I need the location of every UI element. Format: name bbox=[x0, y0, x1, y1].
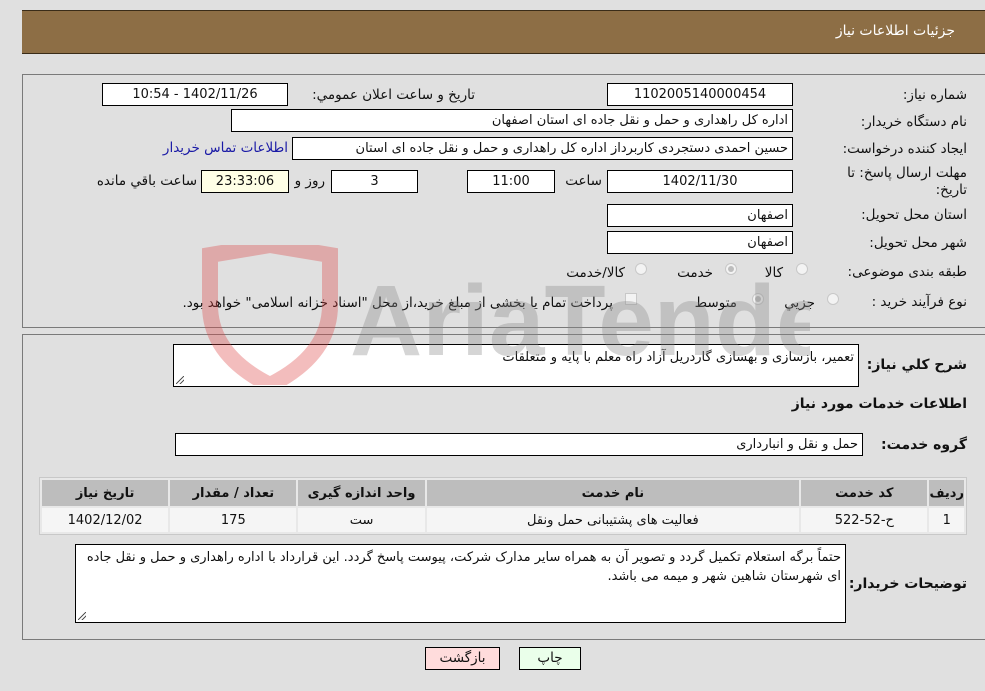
buyer-org-field: اداره کل راهداری و حمل و نقل جاده ای است… bbox=[231, 109, 793, 132]
category-option-service: خدمت bbox=[677, 265, 713, 281]
deadline-time-label: ساعت bbox=[565, 173, 602, 189]
col-row-number: ردیف bbox=[929, 480, 964, 506]
cell-need-date: 1402/12/02 bbox=[42, 508, 169, 532]
days-remaining-field: 3 bbox=[331, 170, 418, 193]
description-label: شرح کلي نیاز: bbox=[866, 357, 967, 373]
need-number-field: 1102005140000454 bbox=[607, 83, 793, 106]
page-title: جزئیات اطلاعات نیاز bbox=[835, 23, 955, 39]
process-radio-minor[interactable] bbox=[827, 293, 839, 305]
deadline-label: مهلت ارسال پاسخ: تا تاریخ: bbox=[847, 165, 967, 198]
deadline-time-field: 11:00 bbox=[467, 170, 555, 193]
col-need-date: تاریخ نیاز bbox=[42, 480, 169, 506]
process-radio-medium[interactable] bbox=[752, 293, 764, 305]
description-text: تعمیر، بازسازی و بهسازی گاردریل آزاد راه… bbox=[502, 350, 854, 365]
back-button[interactable]: بازگشت bbox=[425, 647, 500, 670]
print-button[interactable]: چاپ bbox=[519, 647, 581, 670]
time-remaining-label: ساعت باقي مانده bbox=[96, 173, 197, 189]
services-table: ردیف کد خدمت نام خدمت واحد اندازه گیری ت… bbox=[39, 477, 967, 535]
col-service-code: کد خدمت bbox=[801, 480, 928, 506]
col-quantity: تعداد / مقدار bbox=[170, 480, 297, 506]
deadline-date-field: 1402/11/30 bbox=[607, 170, 793, 193]
service-group-label: گروه خدمت: bbox=[881, 437, 967, 453]
services-title: اطلاعات خدمات مورد نیاز bbox=[791, 396, 967, 412]
description-textarea[interactable]: تعمیر، بازسازی و بهسازی گاردریل آزاد راه… bbox=[173, 344, 859, 387]
resize-grip-icon[interactable] bbox=[78, 612, 86, 620]
days-label: روز و bbox=[294, 173, 325, 189]
category-radio-goods[interactable] bbox=[796, 263, 808, 275]
category-radio-service[interactable] bbox=[725, 263, 737, 275]
cell-service-code: ح-52-522 bbox=[801, 508, 928, 532]
col-service-name: نام خدمت bbox=[426, 480, 800, 506]
category-radio-goods-service[interactable] bbox=[635, 263, 647, 275]
cell-row-number: 1 bbox=[929, 508, 964, 532]
province-field: اصفهان bbox=[607, 204, 793, 227]
category-label: طبقه بندی موضوعی: bbox=[847, 264, 967, 280]
creator-label: ایجاد کننده درخواست: bbox=[842, 141, 967, 157]
service-group-field: حمل و نقل و انبارداری bbox=[175, 433, 863, 456]
cell-service-name: فعالیت های پشتیبانی حمل ونقل bbox=[426, 508, 800, 532]
table-row: 1 ح-52-522 فعالیت های پشتیبانی حمل ونقل … bbox=[42, 508, 964, 532]
cell-quantity: 175 bbox=[170, 508, 297, 532]
page-header: جزئیات اطلاعات نیاز bbox=[22, 10, 985, 54]
resize-grip-icon[interactable] bbox=[176, 376, 184, 384]
process-option-minor: جزيي bbox=[784, 295, 815, 311]
category-option-goods: کالا bbox=[764, 265, 783, 281]
process-label: نوع فرآیند خرید : bbox=[871, 294, 967, 310]
buyer-contact-link[interactable]: اطلاعات تماس خریدار bbox=[163, 140, 288, 156]
col-unit: واحد اندازه گیری bbox=[298, 480, 425, 506]
creator-field: حسین احمدی دستجردی کاربرداز اداره کل راه… bbox=[292, 137, 793, 160]
announce-date-label: تاریخ و ساعت اعلان عمومي: bbox=[312, 87, 475, 103]
buyer-notes-text: حتماً برگه استعلام تکمیل گردد و تصویر آن… bbox=[86, 550, 841, 584]
province-label: استان محل تحویل: bbox=[861, 207, 967, 223]
buyer-org-label: نام دستگاه خریدار: bbox=[860, 114, 967, 130]
time-remaining-field: 23:33:06 bbox=[201, 170, 289, 193]
treasury-checkbox[interactable] bbox=[625, 293, 637, 305]
buyer-notes-textarea[interactable]: حتماً برگه استعلام تکمیل گردد و تصویر آن… bbox=[75, 544, 846, 623]
cell-unit: ست bbox=[298, 508, 425, 532]
announce-date-field: 1402/11/26 - 10:54 bbox=[102, 83, 288, 106]
city-label: شهر محل تحویل: bbox=[869, 235, 967, 251]
process-option-medium: متوسط bbox=[694, 295, 737, 311]
buyer-notes-label: توضیحات خریدار: bbox=[848, 576, 967, 592]
category-option-goods-service: کالا/خدمت bbox=[566, 265, 625, 281]
city-field: اصفهان bbox=[607, 231, 793, 254]
need-number-label: شماره نیاز: bbox=[902, 87, 967, 103]
table-header-row: ردیف کد خدمت نام خدمت واحد اندازه گیری ت… bbox=[42, 480, 964, 506]
treasury-note: پرداخت تمام یا بخشی از مبلغ خرید،از محل … bbox=[182, 295, 613, 311]
